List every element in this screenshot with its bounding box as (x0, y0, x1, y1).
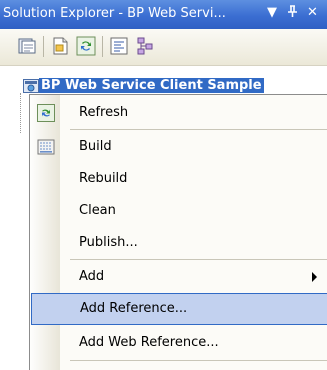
title-bar: Solution Explorer - BP Web Servi... ▼ ✕ (0, 0, 327, 29)
menu-item-label: Clean (79, 203, 116, 218)
show-all-files-icon[interactable] (50, 36, 70, 56)
menu-separator (70, 360, 327, 361)
window-title: Solution Explorer - BP Web Servi... (3, 6, 226, 21)
menu-item-add-reference[interactable]: Add Reference... (31, 293, 327, 325)
dropdown-icon[interactable]: ▼ (267, 5, 277, 20)
tree-connector-line (20, 93, 22, 133)
menu-item-add[interactable]: Add (30, 261, 327, 293)
menu-item-label: Add Web Reference... (79, 335, 219, 350)
build-icon (37, 138, 55, 156)
menu-item-add-web-reference[interactable]: Add Web Reference... (30, 327, 327, 359)
menu-item-label: Rebuild (79, 171, 128, 186)
menu-item-label: Refresh (79, 105, 129, 120)
properties-icon[interactable] (17, 36, 37, 56)
menu-separator (70, 259, 327, 260)
menu-item-refresh[interactable]: Refresh (30, 97, 327, 129)
menu-item-rebuild[interactable]: Rebuild (30, 163, 327, 195)
solution-explorer-toolbar (0, 29, 327, 66)
menu-item-publish[interactable]: Publish... (30, 227, 327, 259)
menu-item-clean[interactable]: Clean (30, 195, 327, 227)
menu-item-label: Add Reference... (80, 301, 188, 316)
refresh-icon[interactable] (76, 36, 96, 56)
menu-item-label: Build (79, 139, 112, 154)
close-icon[interactable]: ✕ (307, 5, 318, 20)
toolbar-separator (43, 36, 44, 57)
refresh-icon (37, 104, 55, 122)
project-node-label[interactable]: BP Web Service Client Sample (39, 78, 264, 93)
menu-item-label: Publish... (79, 235, 138, 250)
view-code-icon[interactable] (109, 36, 129, 56)
menu-item-build[interactable]: Build (30, 131, 327, 163)
menu-item-label: Add (79, 269, 105, 284)
menu-separator (70, 129, 327, 130)
toolbar-separator (102, 36, 103, 57)
pin-icon[interactable] (287, 5, 298, 22)
context-menu: Refresh Build Rebuild Clean Publish... A… (29, 94, 327, 370)
submenu-arrow-icon (312, 272, 317, 282)
web-project-icon (23, 78, 39, 93)
class-view-icon[interactable] (135, 36, 155, 56)
